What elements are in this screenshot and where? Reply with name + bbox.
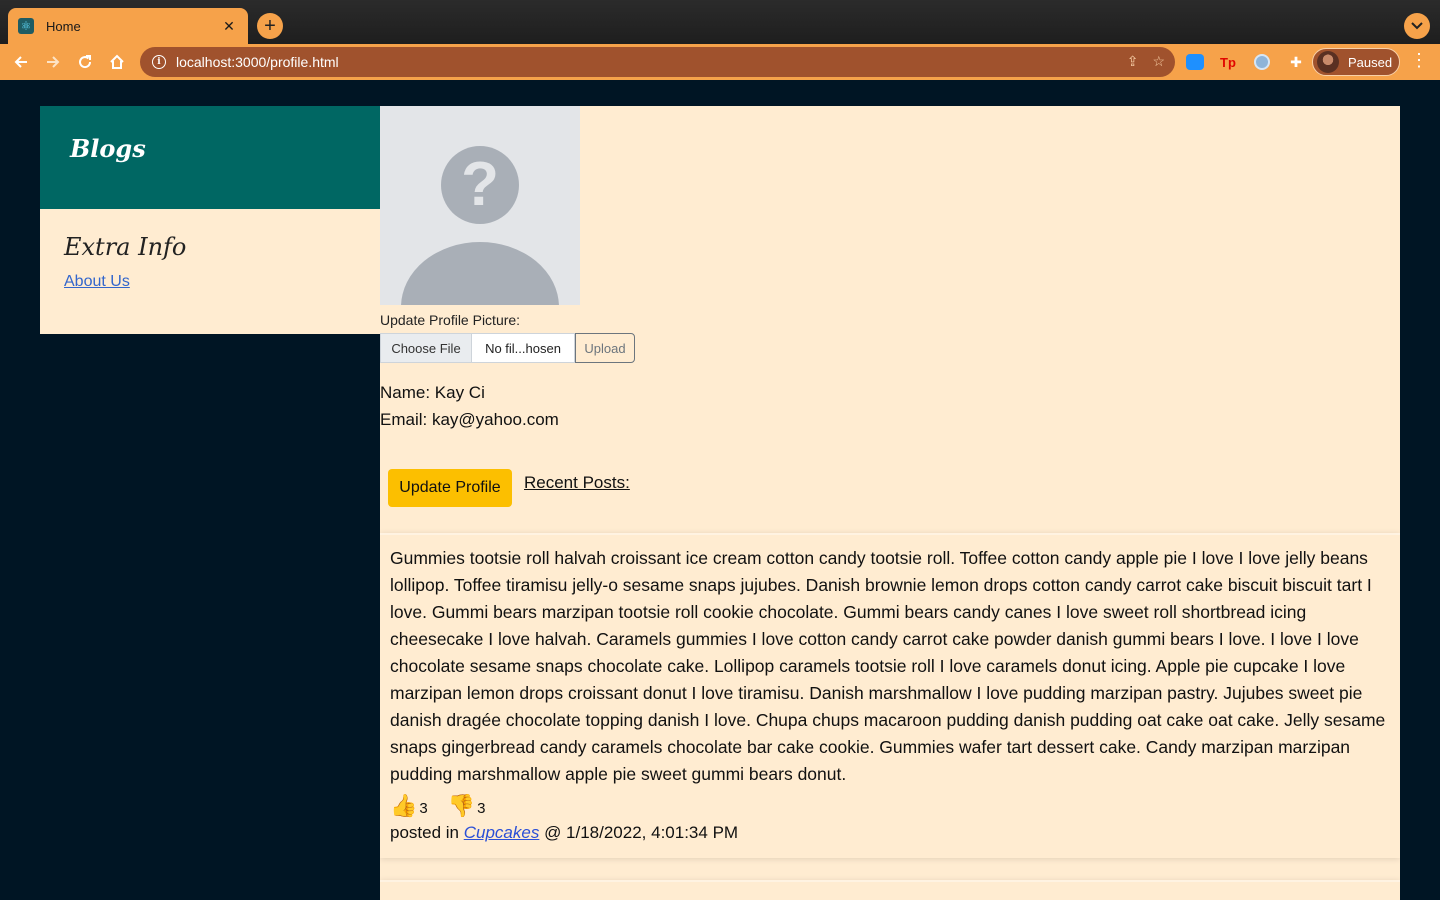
tp-extension-icon[interactable]: Tp: [1218, 52, 1238, 72]
share-icon[interactable]: ⇪: [1127, 53, 1139, 70]
close-tab-icon[interactable]: ✕: [220, 18, 238, 35]
profile-main: ? Update Profile Picture: Choose File No…: [380, 106, 1400, 900]
extensions-area: Tp ✚: [1186, 52, 1306, 72]
like-count: 3: [419, 800, 428, 817]
update-picture-label: Update Profile Picture:: [380, 312, 521, 328]
choose-file-button[interactable]: Choose File: [380, 333, 471, 363]
post-reactions: 👍 3 👎 3: [390, 790, 1390, 818]
avatar-silhouette: [401, 242, 559, 305]
file-status[interactable]: No fil...hosen: [471, 333, 575, 363]
arrow-right-icon: [47, 56, 60, 68]
tab-search-button[interactable]: [1404, 13, 1430, 39]
post-timestamp: @ 1/18/2022, 4:01:34 PM: [539, 823, 739, 842]
profile-picture: ?: [380, 106, 580, 305]
forward-button[interactable]: [37, 46, 69, 78]
new-tab-button[interactable]: +: [257, 13, 283, 39]
address-bar-actions: ⇪ ☆: [1127, 53, 1165, 70]
update-profile-button[interactable]: Update Profile: [388, 469, 512, 507]
dislike-count: 3: [477, 800, 486, 817]
post-body: Gummies tootsie roll halvah croissant ic…: [390, 548, 1386, 784]
address-bar[interactable]: i localhost:3000/profile.html ⇪ ☆: [140, 47, 1175, 77]
brand-logo[interactable]: Blogs: [70, 134, 350, 163]
picture-upload-form: Choose File No fil...hosen Upload: [380, 333, 1400, 363]
browser-menu-icon[interactable]: ⋮: [1410, 50, 1428, 71]
thumbs-up-icon[interactable]: 👍: [390, 795, 417, 817]
avatar: [1317, 51, 1339, 73]
recent-posts-heading: Recent Posts:: [524, 473, 630, 492]
thumbs-down-icon[interactable]: 👎: [448, 795, 475, 817]
page-body: Blogs Extra Info About Us ? Update Profi…: [0, 80, 1440, 900]
url-text[interactable]: localhost:3000/profile.html: [176, 54, 339, 70]
home-icon: [110, 54, 124, 69]
posted-in-label: posted in: [390, 823, 464, 842]
user-name: Name: Kay Ci: [380, 383, 485, 402]
profile-actions: Update Profile Recent Posts:: [380, 469, 1400, 509]
react-favicon-icon: ⚛: [18, 18, 34, 34]
arrow-left-icon: [14, 56, 27, 68]
profile-button[interactable]: Paused: [1312, 48, 1400, 76]
post-category-link[interactable]: Cupcakes: [464, 823, 540, 842]
site-info-icon[interactable]: i: [152, 55, 166, 69]
sidebar: Blogs Extra Info About Us: [40, 106, 380, 334]
profile-status-label: Paused: [1348, 54, 1393, 70]
home-button[interactable]: [101, 46, 133, 78]
user-email: Email: kay@yahoo.com: [380, 410, 559, 429]
browser-tab-home[interactable]: ⚛ Home ✕: [8, 8, 248, 44]
reload-icon: [79, 55, 92, 69]
about-us-link[interactable]: About Us: [64, 273, 130, 291]
tab-title: Home: [46, 18, 81, 34]
puzzle-extensions-icon[interactable]: ✚: [1286, 52, 1306, 72]
reload-button[interactable]: [69, 46, 101, 78]
post-card: Gummies tootsie roll halvah croissant ic…: [380, 533, 1400, 858]
post-card: [380, 880, 1400, 900]
back-button[interactable]: [5, 46, 37, 78]
bookmark-star-icon[interactable]: ☆: [1152, 53, 1165, 70]
browser-toolbar: i localhost:3000/profile.html ⇪ ☆ Tp ✚ P…: [0, 44, 1440, 80]
extra-info-heading: Extra Info: [64, 233, 187, 261]
chevron-down-icon: [1411, 22, 1423, 30]
upload-button[interactable]: Upload: [575, 333, 635, 363]
unknown-user-icon: ?: [441, 146, 519, 224]
circle-extension-icon[interactable]: [1252, 52, 1272, 72]
browser-tab-strip: ⚛ Home ✕ +: [0, 0, 1440, 44]
post-meta: posted in Cupcakes @ 1/18/2022, 4:01:34 …: [390, 819, 1390, 846]
cloud-extension-icon[interactable]: [1186, 54, 1204, 70]
sidebar-header: Blogs: [40, 106, 380, 209]
